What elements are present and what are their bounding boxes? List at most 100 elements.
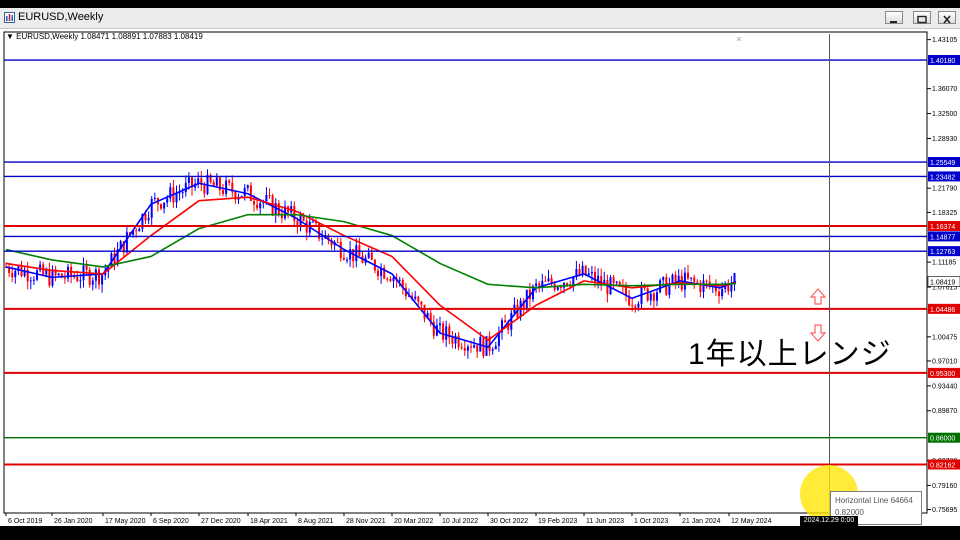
candle-body xyxy=(184,183,187,193)
candle-body xyxy=(420,301,423,305)
candle-body xyxy=(466,346,469,351)
candle-body xyxy=(538,283,541,286)
chart-header: ▼ EURUSD,Weekly 1.08471 1.08891 1.07883 … xyxy=(6,32,203,41)
restore-icon xyxy=(917,15,927,24)
candle-body xyxy=(243,187,246,196)
candle-body xyxy=(321,238,324,240)
minimize-button[interactable] xyxy=(885,11,903,24)
time-tick-label: 28 Nov 2021 xyxy=(346,518,386,525)
price-chart[interactable]: 1.43105 1.36070 1.32500 1.28930 1.21790 1.183… xyxy=(0,29,960,526)
price-tick-label: 1.11185 xyxy=(932,260,956,267)
candle-body xyxy=(702,280,705,292)
candle-body xyxy=(370,252,373,260)
candle-body xyxy=(63,277,66,279)
candle-body xyxy=(590,271,593,274)
current-price-label: 1.08419 xyxy=(930,279,955,286)
price-tick-label: 1.36070 xyxy=(932,86,957,93)
candle-body xyxy=(268,194,271,196)
candle-body xyxy=(14,270,17,278)
candle-body xyxy=(690,277,693,279)
chart-menu-arrow-icon[interactable]: ▼ xyxy=(6,32,14,41)
candle-body xyxy=(535,283,538,287)
candle-body xyxy=(339,242,342,258)
candle-body xyxy=(253,200,255,205)
candle-body xyxy=(377,270,379,277)
candle-body xyxy=(656,292,658,301)
minimize-icon xyxy=(890,21,897,23)
candle-body xyxy=(138,228,141,232)
time-tick-label: 18 Apr 2021 xyxy=(250,518,288,525)
candle-body xyxy=(57,273,60,275)
restore-button[interactable] xyxy=(913,11,931,24)
ma-fast-line xyxy=(5,182,737,348)
time-tick-label: 11 Jun 2023 xyxy=(586,518,624,525)
candle-body xyxy=(460,347,463,349)
candle-body xyxy=(510,312,513,330)
candle-body xyxy=(606,279,609,295)
candle-body xyxy=(463,348,466,351)
candle-body xyxy=(150,198,153,218)
candle-body xyxy=(386,278,389,280)
horizontal-level-label: 1.16374 xyxy=(930,224,955,231)
time-tick-label: 1 Oct 2023 xyxy=(634,518,668,525)
tooltip-name: Horizontal Line 64664 xyxy=(835,496,913,505)
time-tick-label: 10 Jul 2022 xyxy=(442,518,478,525)
candle-body xyxy=(631,305,634,307)
candle-body xyxy=(612,277,615,283)
horizontal-level-label: 0.95300 xyxy=(930,371,955,378)
crosshair-vertical-line xyxy=(829,34,830,518)
time-tick-label: 30 Oct 2022 xyxy=(490,518,528,525)
candle-body xyxy=(439,323,441,326)
candle-body xyxy=(166,198,169,203)
candle-body xyxy=(470,346,472,348)
horizontal-level-label: 1.23482 xyxy=(930,174,955,181)
chart-canvas[interactable]: 1.43105 1.36070 1.32500 1.28930 1.21790 1.183… xyxy=(0,29,960,526)
candle-body xyxy=(544,280,547,282)
candle-body xyxy=(417,296,420,302)
candle-body xyxy=(646,288,649,301)
candle-body xyxy=(11,272,14,278)
candle-body xyxy=(389,278,392,282)
candle-body xyxy=(671,274,674,284)
candle-body xyxy=(414,296,417,299)
candle-body xyxy=(246,185,249,188)
up-arrow-icon xyxy=(809,288,827,305)
candle-body xyxy=(259,203,262,209)
time-tick-label: 20 Mar 2022 xyxy=(394,518,433,525)
candle-body xyxy=(32,279,35,281)
price-tick-label: 0.75695 xyxy=(932,507,957,514)
horizontal-level-label: 1.04486 xyxy=(930,307,955,314)
horizontal-level-label: 0.86000 xyxy=(930,436,955,443)
candle-body xyxy=(163,202,166,209)
candle-body xyxy=(634,305,637,308)
candle-body xyxy=(721,289,724,297)
candle-body xyxy=(85,265,88,270)
title-bar[interactable]: EURUSD,Weekly xyxy=(0,8,960,29)
candle-body xyxy=(662,277,665,281)
close-button[interactable] xyxy=(938,11,956,24)
chart-window: EURUSD,Weekly 1.43105 1.36070 1.32500 1.289… xyxy=(0,8,960,526)
candle-body xyxy=(144,214,147,221)
price-tick-label: 0.79160 xyxy=(932,483,957,490)
candle-body xyxy=(36,270,38,280)
chart-window-icon xyxy=(4,12,15,23)
candle-body xyxy=(615,281,618,283)
price-tick-label: 1.21790 xyxy=(932,186,957,193)
candle-body xyxy=(222,190,224,194)
time-tick-label: 19 Feb 2023 xyxy=(538,518,577,525)
candle-body xyxy=(336,241,339,243)
time-tick-label: 26 Jan 2020 xyxy=(54,518,93,525)
candle-body xyxy=(491,349,494,351)
candle-body xyxy=(135,230,138,232)
crosshair-time-label: 2024.12.29 0:00 xyxy=(800,516,858,526)
time-tick-label: 17 May 2020 xyxy=(105,518,146,525)
candle-body xyxy=(355,245,358,262)
candle-body xyxy=(687,272,689,279)
candle-body xyxy=(693,277,696,282)
candle-body xyxy=(423,304,426,319)
time-tick-label: 21 Jan 2024 xyxy=(682,518,721,525)
close-icon xyxy=(943,15,951,24)
candle-body xyxy=(342,257,345,260)
candle-body xyxy=(215,177,218,186)
horizontal-level-label: 0.82162 xyxy=(930,462,955,469)
